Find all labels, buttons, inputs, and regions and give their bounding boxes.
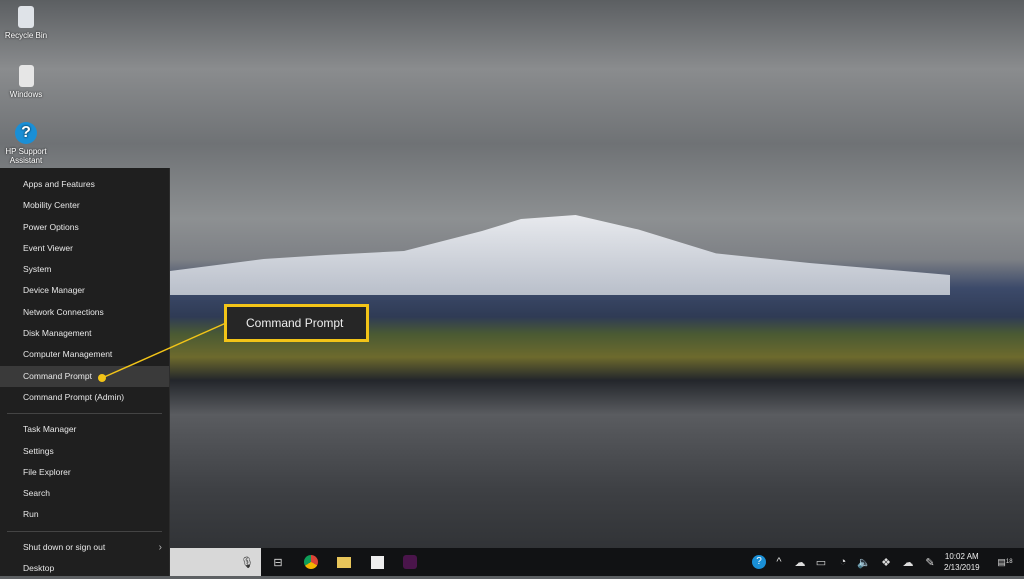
search-box[interactable]: 🎙 [170,548,261,576]
file-explorer-icon[interactable] [335,553,353,571]
chevron-up-icon[interactable]: ^ [770,553,788,571]
cloud-upload-icon[interactable]: ☁ [899,553,917,571]
store-icon[interactable] [368,553,386,571]
onedrive-icon[interactable]: ☁ [791,553,809,571]
notifications-icon[interactable]: ▤ 18 [996,553,1014,571]
callout-label: Command Prompt [224,304,369,342]
microphone-icon[interactable]: 🎙 [238,553,256,571]
callout-line [98,322,227,382]
battery-icon[interactable]: ▭ [812,553,830,571]
wifi-icon[interactable]: ◔ [834,553,852,571]
clock[interactable]: 10:02 AM 2/13/2019 [944,551,980,573]
hp-support-icon[interactable]: ? [750,553,768,571]
task-view-icon[interactable]: ⊟ [269,553,287,571]
volume-icon[interactable]: 🔈 [855,553,873,571]
pen-icon[interactable]: ✎ [921,553,939,571]
slack-icon[interactable] [401,553,419,571]
taskbar: 🎙 ⊟ ? ^ ☁ ▭ ◔ 🔈 ❖ ☁ ✎ 10:02 AM 2/13/2019 … [170,548,1024,576]
dropbox-icon[interactable]: ❖ [877,553,895,571]
chrome-icon[interactable] [302,553,320,571]
